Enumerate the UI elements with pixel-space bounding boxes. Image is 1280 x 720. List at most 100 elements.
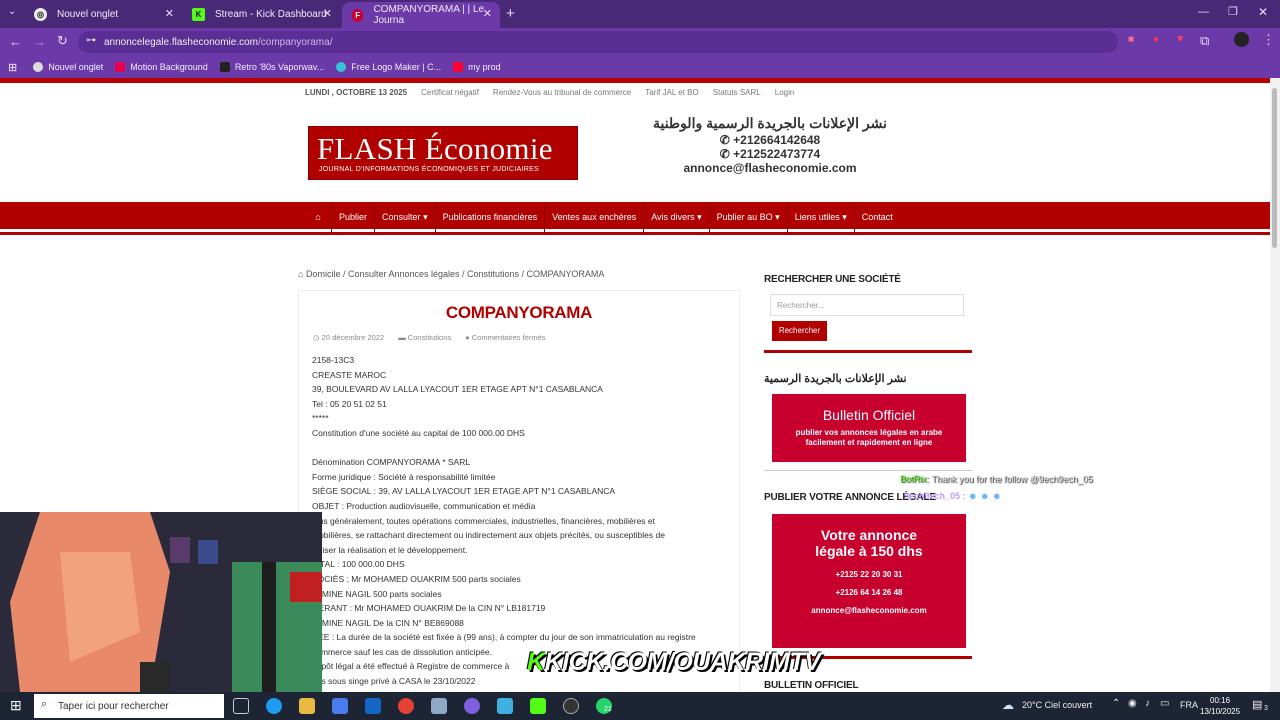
company-search-input[interactable]: Rechercher... xyxy=(770,294,964,316)
edge-icon[interactable] xyxy=(266,698,282,714)
back-arrow-icon[interactable]: ← xyxy=(9,34,22,49)
window-close-icon[interactable]: ✕ xyxy=(1258,5,1268,19)
outlook-icon[interactable] xyxy=(365,698,381,714)
toplink-certificat[interactable]: Certificat négatif xyxy=(421,88,479,97)
extension-icon[interactable]: ● xyxy=(1153,34,1159,45)
store-icon[interactable] xyxy=(332,698,348,714)
header-phone-1: +212664142648 xyxy=(733,133,821,147)
nav-ventes-encheres[interactable]: Ventes aux enchères xyxy=(544,202,643,232)
bookmark-favicon-icon xyxy=(115,62,126,72)
app-icon[interactable] xyxy=(497,698,513,714)
microphone-icon[interactable]: ♪ xyxy=(1145,698,1150,709)
article-title: COMPANYORAMA xyxy=(445,303,593,322)
article-line: SIÈGE SOCIAL : 39, AV LALLA LYACOUT 1ER … xyxy=(312,486,616,497)
article-body: 2158-13C3 CREASTE MAROC 39, BOULEVARD AV… xyxy=(312,353,732,689)
obs-icon[interactable] xyxy=(563,698,579,714)
nav-home-icon[interactable]: ⌂ xyxy=(305,202,331,232)
scrollbar-thumb[interactable] xyxy=(1272,88,1277,248)
language-indicator[interactable]: FRA xyxy=(1180,700,1198,710)
extension-icon[interactable]: ■ xyxy=(1128,34,1134,45)
network-icon[interactable]: ▭ xyxy=(1160,698,1169,709)
url-host: annoncelegale.flasheconomie.com xyxy=(104,36,258,48)
forward-arrow-icon[interactable]: → xyxy=(33,34,46,49)
bookmark-label: my prod xyxy=(468,62,501,72)
chrome-taskbar-icon[interactable] xyxy=(398,698,414,714)
phone-icon: ✆ xyxy=(719,147,734,161)
top-links-bar: LUNDI , OCTOBRE 13 2025 Certificat négat… xyxy=(305,88,794,97)
tab-new-tab[interactable]: ◎ Nouvel onglet ✕ xyxy=(24,2,182,26)
taskbar-search-input[interactable]: ⌕ Taper ici pour rechercher xyxy=(34,694,224,718)
article-line: plus généralement, toutes opérations com… xyxy=(312,515,656,526)
annonce-legale-promo[interactable]: Votre annonce légale à 150 dhs +2125 22 … xyxy=(772,514,966,648)
restore-icon[interactable]: ❐ xyxy=(1228,5,1238,18)
article-line: CREASTE MAROC xyxy=(312,369,387,380)
extension-heart-icon[interactable]: ♥ xyxy=(1177,33,1184,45)
weather-text[interactable]: 20°C Ciel couvert xyxy=(1022,700,1092,710)
nav-avis-divers[interactable]: Avis divers ▾ xyxy=(643,202,708,232)
breadcrumb[interactable]: ⌂ Domicile / Consulter Annonces légales … xyxy=(298,269,604,279)
toplink-rendez-vous[interactable]: Rendez-Vous au tribunal de commerce xyxy=(493,88,631,97)
toplink-statuts[interactable]: Statuts SARL xyxy=(713,88,761,97)
close-icon[interactable]: ✕ xyxy=(323,7,332,20)
new-tab-plus-icon[interactable]: + xyxy=(506,5,515,22)
taskbar-clock[interactable]: 00:16 13/10/2025 xyxy=(1200,695,1240,717)
promo-email: annonce@flasheconomie.com xyxy=(811,606,927,615)
app-icon[interactable] xyxy=(464,698,480,714)
close-icon[interactable]: ✕ xyxy=(165,7,174,20)
task-view-icon[interactable] xyxy=(233,698,249,714)
clock-date: 13/10/2025 xyxy=(1200,707,1241,716)
windows-start-icon[interactable]: ⊞ xyxy=(10,697,22,714)
profile-avatar[interactable] xyxy=(1234,32,1249,47)
app-icon[interactable] xyxy=(431,698,447,714)
bookmark-nouvel-onglet[interactable]: Nouvel onglet xyxy=(33,62,103,72)
article-line: Tel : 05 20 51 02 51 xyxy=(312,398,387,409)
address-bar[interactable]: ⊶ annoncelegale.flasheconomie.com/compan… xyxy=(78,31,1118,53)
article-line: 2158-13C3 xyxy=(312,355,355,365)
search-button[interactable]: Rechercher xyxy=(772,321,827,341)
menu-kebab-icon[interactable]: ⋮ xyxy=(1262,32,1275,48)
tab-kick-dashboard[interactable]: K Stream - Kick Dashboard ✕ xyxy=(182,2,340,26)
bookmark-motion-background[interactable]: Motion Background xyxy=(115,62,208,72)
page-scrollbar[interactable] xyxy=(1270,78,1280,692)
article-line: ***** xyxy=(312,413,329,424)
article-category[interactable]: Constitutions xyxy=(408,333,451,342)
promo-phone-2: +2126 64 14 26 48 xyxy=(835,588,903,597)
bookmark-label: Motion Background xyxy=(130,62,208,72)
tray-chevron-icon[interactable]: ⌃ xyxy=(1112,698,1120,709)
header-phone-2: +212522473774 xyxy=(733,147,821,161)
bookmark-free-logo-maker[interactable]: Free Logo Maker | C... xyxy=(336,62,441,72)
nav-consulter[interactable]: Consulter ▾ xyxy=(374,202,435,232)
bulletin-officiel-promo[interactable]: Bulletin Officiel publier vos annonces l… xyxy=(772,394,966,462)
extensions-puzzle-icon[interactable]: ⧉ xyxy=(1200,33,1209,49)
tray-app-icon[interactable]: ◉ xyxy=(1128,698,1137,709)
apps-grid-icon[interactable]: ⊞ xyxy=(8,61,17,74)
tab-companyorama[interactable]: F COMPANYORAMA | | Le Journa ✕ xyxy=(342,2,500,28)
bookmark-my-prod[interactable]: my prod xyxy=(453,62,501,72)
site-info-icon[interactable]: ⊶ xyxy=(86,35,96,46)
close-icon[interactable]: ✕ xyxy=(483,7,492,20)
kick-taskbar-icon[interactable] xyxy=(530,698,546,714)
clock-icon: ◷ xyxy=(313,333,322,342)
windows-taskbar: ⊞ ⌕ Taper ici pour rechercher 21 ☁ 20°C … xyxy=(0,692,1280,720)
nav-liens-utiles[interactable]: Liens utiles ▾ xyxy=(786,202,854,232)
browser-tab-bar: ⌄ ◎ Nouvel onglet ✕ K Stream - Kick Dash… xyxy=(0,0,1280,28)
search-icon: ⌕ xyxy=(41,698,48,710)
file-explorer-icon[interactable] xyxy=(299,698,315,714)
chat-user: 9ech9ech_05 : ☻ ☻ ☻ xyxy=(904,491,1001,501)
minimize-icon[interactable]: — xyxy=(1198,6,1209,18)
article-line: PITAL : 100 000.00 DHS xyxy=(312,559,405,570)
nav-publier-bo[interactable]: Publier au BO ▾ xyxy=(708,202,787,232)
article-line: Dénomination COMPANYORAMA * SARL xyxy=(312,457,471,468)
toplink-login[interactable]: Login xyxy=(775,88,795,97)
nav-publier[interactable]: Publier xyxy=(331,202,374,232)
nav-publications-financieres[interactable]: Publications financières xyxy=(434,202,545,232)
bookmark-retro-vaporwave[interactable]: Retro '80s Vaporwav... xyxy=(219,62,324,72)
tab-search-icon[interactable]: ⌄ xyxy=(8,6,16,17)
article-date: 20 décembre 2022 xyxy=(321,333,385,342)
site-logo[interactable]: FLASH Économie JOURNAL D'INFORMATIONS ÉC… xyxy=(308,126,578,180)
taskbar-search-placeholder: Taper ici pour rechercher xyxy=(58,700,169,712)
reload-icon[interactable]: ↻ xyxy=(57,33,68,49)
notification-icon[interactable]: ▤ xyxy=(1252,698,1262,711)
nav-contact[interactable]: Contact xyxy=(853,202,900,232)
toplink-tarif[interactable]: Tarif JAL et BO xyxy=(645,88,699,97)
